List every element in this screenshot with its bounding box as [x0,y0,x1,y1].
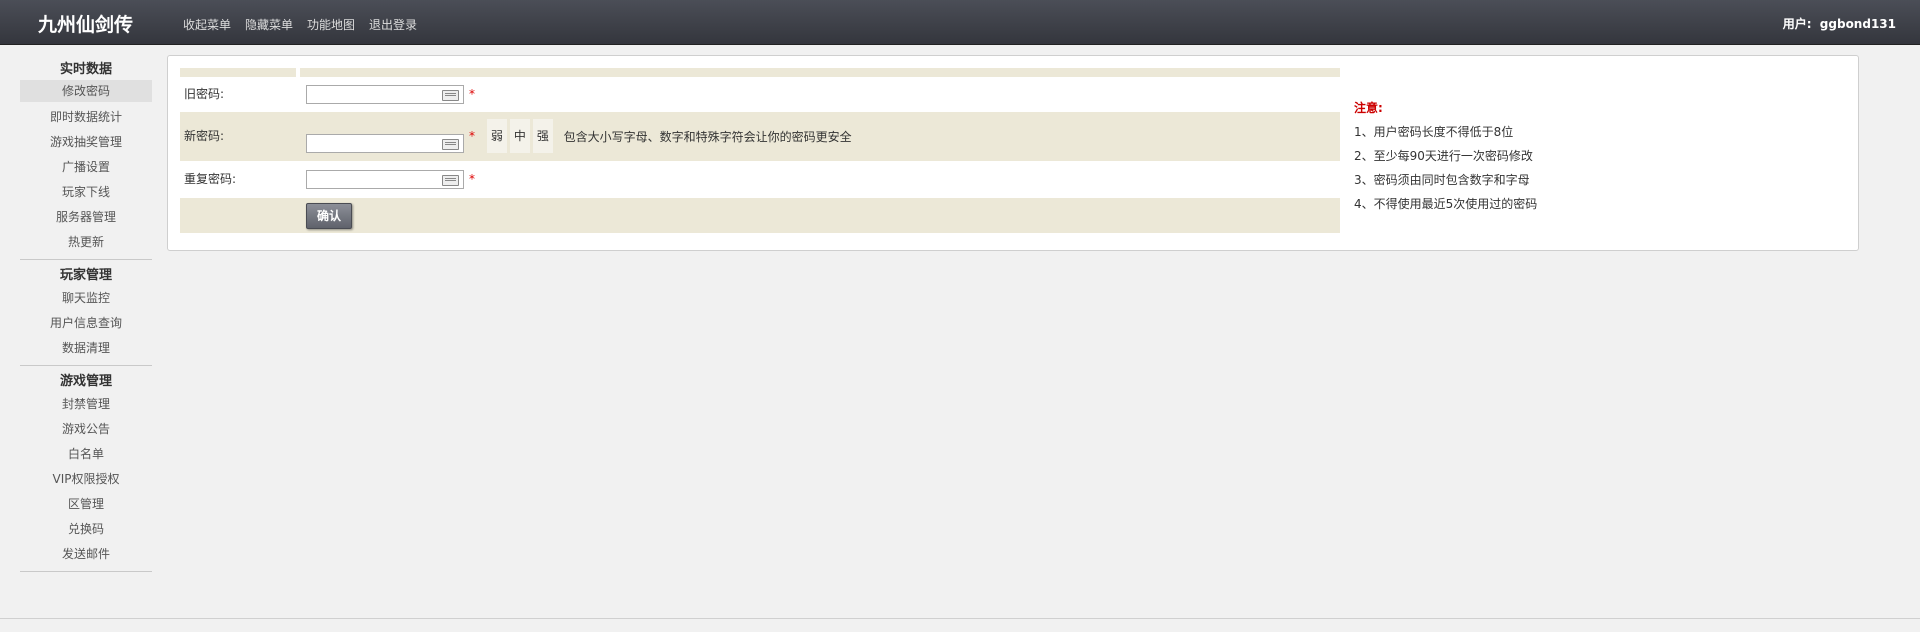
sidebar-group-title: 实时数据 [59,62,112,77]
notes-title: 注意: [1354,101,1383,115]
note-item: 3、密码须由同时包含数字和字母 [1354,173,1530,187]
sidebar-group-title: 玩家管理 [59,268,112,283]
sidebar-item-redeem-code[interactable]: 兑换码 [20,517,152,542]
strength-medium: 中 [509,119,530,153]
sidebar-group-realtime: 实时数据 修改密码 即时数据统计 游戏抽奖管理 广播设置 玩家下线 服务器管理 … [20,60,152,260]
repeat-password-row: 重复密码: * [180,161,1340,198]
sidebar-item-whitelist[interactable]: 白名单 [20,442,152,467]
nav-hide-menu[interactable]: 隐藏菜单 [245,16,293,33]
sidebar-item-broadcast[interactable]: 广播设置 [20,155,152,180]
app-logo: 九州仙剑传 [38,14,134,36]
submit-row: 确认 [180,198,1340,233]
sidebar-item-vip[interactable]: VIP权限授权 [20,467,152,492]
nav-function-map[interactable]: 功能地图 [307,16,355,33]
repeat-password-input[interactable] [306,170,464,189]
note-item: 4、不得使用最近5次使用过的密码 [1354,197,1538,211]
sidebar-item-zone[interactable]: 区管理 [20,492,152,517]
old-password-cell: * [300,77,1340,112]
note-item: 2、至少每90天进行一次密码修改 [1354,149,1533,163]
note-item: 1、用户密码长度不得低于8位 [1354,125,1514,139]
nav-logout[interactable]: 退出登录 [369,16,417,33]
form-header-cell [300,68,1340,77]
password-strength-meter: 弱 中 强 [486,119,556,153]
required-mark: * [469,87,475,101]
repeat-password-cell: * [300,161,1340,198]
top-header: 九州仙剑传 收起菜单 隐藏菜单 功能地图 退出登录 用户: ggbond131 [0,0,1920,45]
sidebar-item-lottery[interactable]: 游戏抽奖管理 [20,130,152,155]
change-password-panel: 旧密码: * 新密码: * 弱 中 强 包含大小写字母、数字和特殊字符会让你的密… [167,55,1859,251]
form-header-cell [180,68,296,77]
sidebar-item-chat-monitor[interactable]: 聊天监控 [20,286,152,311]
sidebar-item-hotfix[interactable]: 热更新 [20,230,152,255]
sidebar: 实时数据 修改密码 即时数据统计 游戏抽奖管理 广播设置 玩家下线 服务器管理 … [20,60,152,578]
new-password-cell: * 弱 中 强 包含大小写字母、数字和特殊字符会让你的密码更安全 [300,112,1340,161]
password-hint: 包含大小写字母、数字和特殊字符会让你的密码更安全 [563,129,852,144]
sidebar-item-server[interactable]: 服务器管理 [20,205,152,230]
sidebar-item-change-password[interactable]: 修改密码 [20,80,152,102]
sidebar-group-game: 游戏管理 封禁管理 游戏公告 白名单 VIP权限授权 区管理 兑换码 发送邮件 [20,372,152,572]
footer-divider [0,618,1920,619]
sidebar-item-kick-player[interactable]: 玩家下线 [20,180,152,205]
sidebar-item-user-query[interactable]: 用户信息查询 [20,311,152,336]
keyboard-icon[interactable] [442,138,459,150]
keyboard-icon[interactable] [442,90,459,101]
old-password-row: 旧密码: * [180,77,1340,112]
submit-row-label [180,198,296,233]
sidebar-item-realtime-stats[interactable]: 即时数据统计 [20,105,152,130]
submit-cell: 确认 [300,198,1340,233]
strength-strong: 强 [532,119,553,153]
repeat-password-label: 重复密码: [184,172,237,186]
keyboard-icon[interactable] [442,175,459,186]
strength-weak: 弱 [486,119,507,153]
sidebar-item-ban[interactable]: 封禁管理 [20,392,152,417]
new-password-row: 新密码: * 弱 中 强 包含大小写字母、数字和特殊字符会让你的密码更安全 [180,112,1340,161]
confirm-button[interactable]: 确认 [306,203,353,229]
form-header-row [180,68,1340,77]
sidebar-item-announcement[interactable]: 游戏公告 [20,417,152,442]
sidebar-group-players: 玩家管理 聊天监控 用户信息查询 数据清理 [20,266,152,366]
password-notes: 注意: 1、用户密码长度不得低于8位 2、至少每90天进行一次密码修改 3、密码… [1354,96,1537,216]
sidebar-item-data-cleanup[interactable]: 数据清理 [20,336,152,361]
new-password-input[interactable] [306,133,464,153]
user-info: 用户: ggbond131 [1779,15,1896,32]
required-mark: * [469,172,475,186]
required-mark: * [469,129,475,143]
user-label: 用户: [1782,17,1812,31]
sidebar-item-send-mail[interactable]: 发送邮件 [20,542,152,567]
old-password-input[interactable] [306,85,464,104]
sidebar-group-title: 游戏管理 [59,374,112,389]
user-name: ggbond131 [1819,17,1896,31]
old-password-label: 旧密码: [184,87,225,101]
nav-collapse-menu[interactable]: 收起菜单 [183,16,231,33]
change-password-form: 旧密码: * 新密码: * 弱 中 强 包含大小写字母、数字和特殊字符会让你的密… [180,68,1340,233]
new-password-label: 新密码: [184,129,225,143]
top-nav: 收起菜单 隐藏菜单 功能地图 退出登录 [183,16,431,33]
